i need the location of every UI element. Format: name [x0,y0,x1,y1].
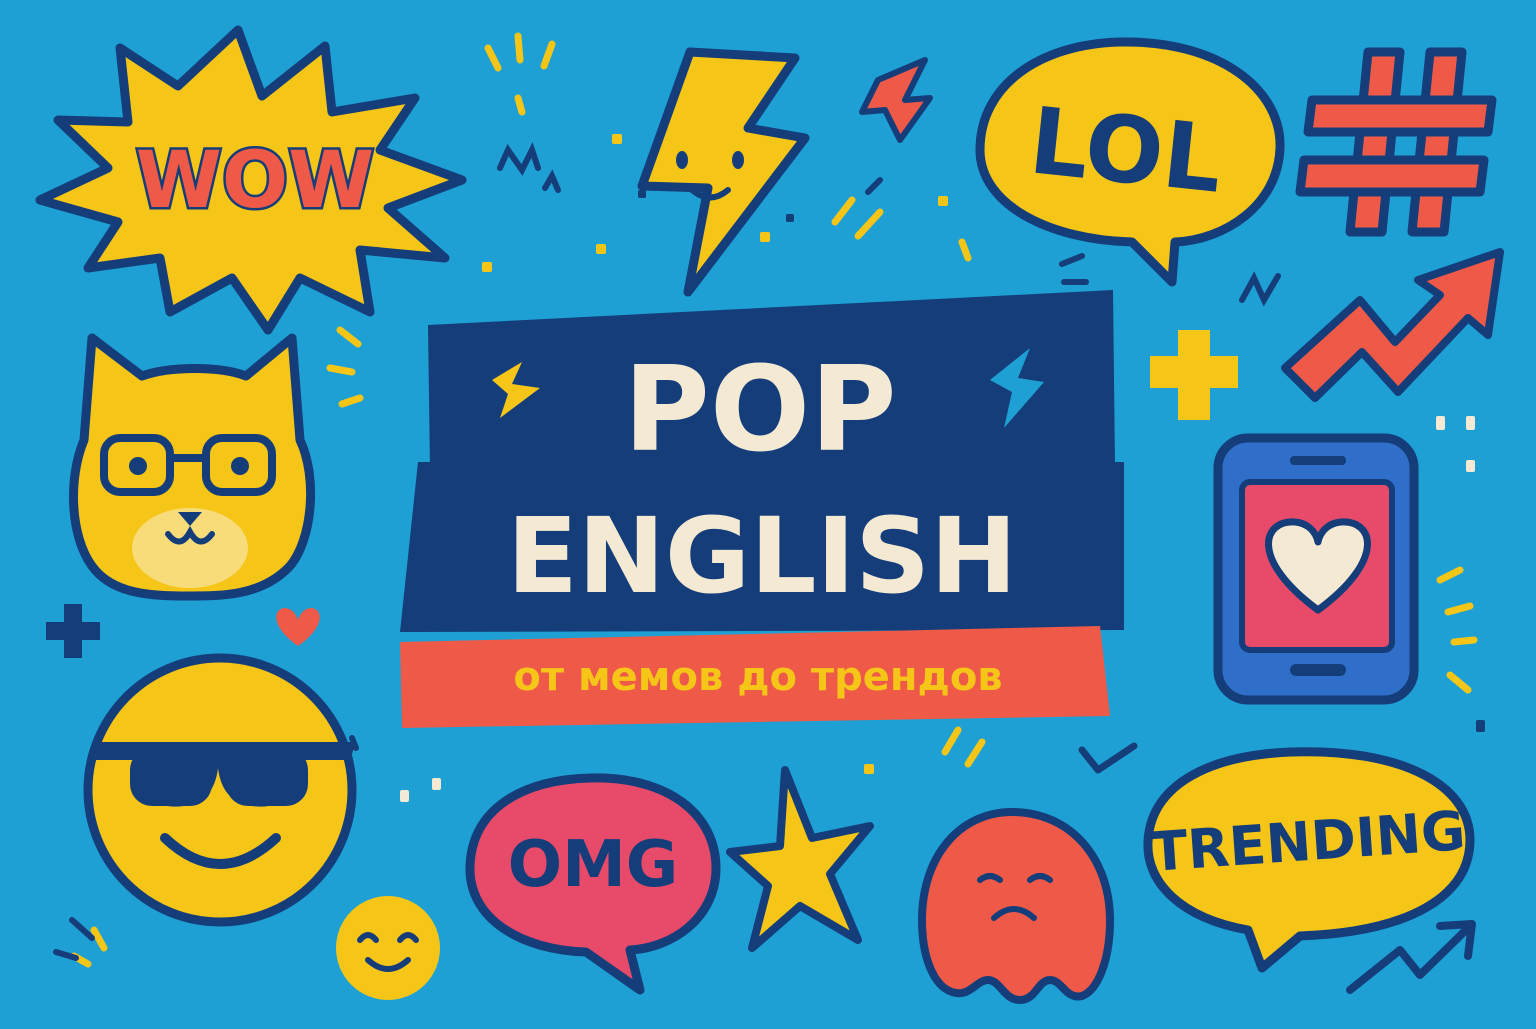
lol-text: LOL [1025,87,1227,214]
sunglasses-smiley-icon [83,653,357,927]
poster-canvas: WOW LOL POP ENGLISH от мемов до трендов … [0,0,1536,1024]
cat-with-glasses-icon [69,333,316,601]
smartphone-heart-icon [1213,433,1419,705]
omg-text: OMG [508,828,679,902]
title-line1: POP [623,340,896,478]
subtitle: от мемов до трендов [513,654,1002,700]
sad-blob-icon [918,808,1114,1004]
title-block: POP ENGLISH от мемов до трендов [400,290,1124,728]
title-line2: ENGLISH [507,495,1017,617]
poster: WOW LOL POP ENGLISH от мемов до трендов … [0,0,1536,1024]
small-smiley-icon [336,896,440,1000]
wow-text: WOW [136,136,374,226]
